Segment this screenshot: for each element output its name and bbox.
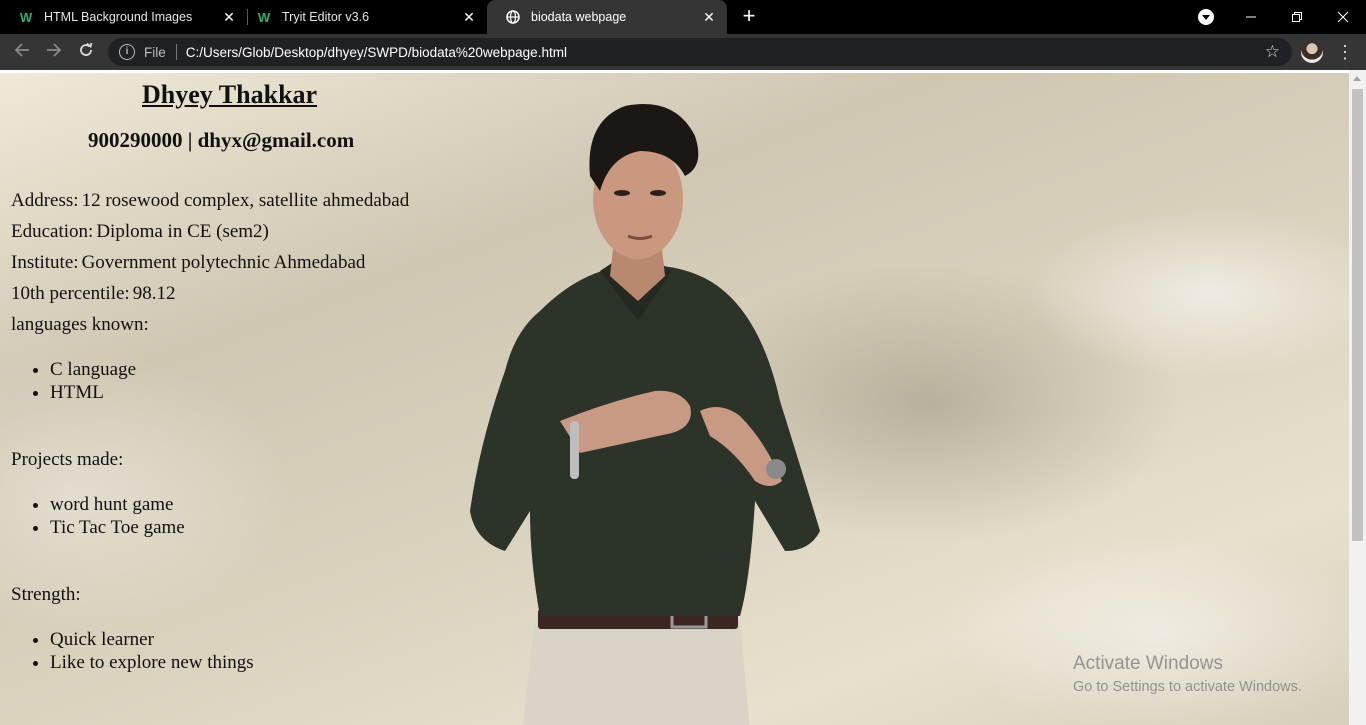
list-item: C language [50,358,136,381]
detail-institute: Institute: Government polytechnic Ahmedab… [11,252,365,274]
contact-line: 900290000 | dhyx@gmail.com [88,128,355,152]
detail-label: Institute: [11,252,79,273]
scheme-label: File [144,44,166,60]
tab-search-icon[interactable] [1198,9,1214,25]
profile-avatar[interactable] [1301,41,1323,63]
projects-heading: Projects made: [11,449,124,470]
tab-tryit-editor[interactable]: W Tryit Editor v3.6 ✕ [238,0,487,34]
window-controls [1228,0,1366,34]
activate-windows-watermark: Activate Windows Go to Settings to activ… [1073,653,1302,695]
tab-html-background-images[interactable]: W HTML Background Images ✕ [0,0,247,34]
tab-biodata-webpage[interactable]: biodata webpage ✕ [487,0,727,34]
back-button[interactable] [10,40,34,64]
close-icon[interactable]: ✕ [461,9,477,25]
globe-icon [505,9,521,25]
restore-button[interactable] [1274,0,1320,34]
scroll-up-arrow-icon[interactable] [1353,76,1361,81]
detail-percentile: 10th percentile: 98.12 [11,283,175,305]
scrollbar-thumb[interactable] [1352,89,1363,541]
page-title: Dhyey Thakkar [142,80,318,109]
detail-education: Education: Diploma in CE (sem2) [11,221,269,243]
detail-value: Diploma in CE (sem2) [96,221,269,242]
omnibox-divider [175,44,177,60]
detail-label: 10th percentile: [11,283,130,304]
languages-heading: languages known: [11,314,149,335]
list-item: Tic Tac Toe game [50,516,185,539]
detail-value: 98.12 [132,283,176,304]
minimize-button[interactable] [1228,0,1274,34]
languages-list: C language HTML [11,358,136,404]
strength-heading: Strength: [11,584,81,605]
address-bar[interactable]: i File C:/Users/Glob/Desktop/dhyey/SWPD/… [108,38,1292,66]
watermark-subtitle: Go to Settings to activate Windows. [1073,679,1302,695]
person-photo [470,104,820,725]
bookmark-star-icon[interactable]: ☆ [1265,42,1280,62]
list-item: word hunt game [50,493,185,516]
url-text[interactable]: C:/Users/Glob/Desktop/dhyey/SWPD/biodata… [186,45,1265,60]
detail-label: Address: [11,190,79,211]
vertical-scrollbar[interactable] [1349,70,1366,725]
tab-title: Tryit Editor v3.6 [282,10,370,24]
more-menu-icon[interactable]: ⋮ [1336,40,1354,64]
forward-button[interactable] [42,40,66,64]
browser-toolbar: i File C:/Users/Glob/Desktop/dhyey/SWPD/… [0,34,1366,70]
close-icon[interactable]: ✕ [701,9,717,25]
close-window-button[interactable] [1320,0,1366,34]
projects-list: word hunt game Tic Tac Toe game [11,493,185,539]
list-item: Quick learner [50,628,254,651]
detail-address: Address: 12 rosewood complex, satellite a… [11,190,409,212]
w3schools-icon: W [257,9,271,25]
detail-label: Education: [11,221,94,242]
watermark-title: Activate Windows [1073,653,1223,674]
strengths-list: Quick learner Like to explore new things [11,628,254,674]
list-item: HTML [50,381,136,404]
info-icon[interactable]: i [119,44,135,60]
reload-button[interactable] [74,40,98,64]
tab-title: biodata webpage [531,10,627,24]
w3schools-icon: W [19,9,33,25]
new-tab-button[interactable]: + [738,5,760,27]
close-icon[interactable]: ✕ [221,9,237,25]
tab-strip: W HTML Background Images ✕ W Tryit Edito… [0,0,1366,34]
tab-title: HTML Background Images [44,10,193,24]
page-viewport: Dhyey Thakkar 900290000 | dhyx@gmail.com… [0,70,1349,725]
list-item: Like to explore new things [50,651,254,674]
detail-value: 12 rosewood complex, satellite ahmedabad [81,190,410,211]
detail-value: Government polytechnic Ahmedabad [81,252,366,273]
